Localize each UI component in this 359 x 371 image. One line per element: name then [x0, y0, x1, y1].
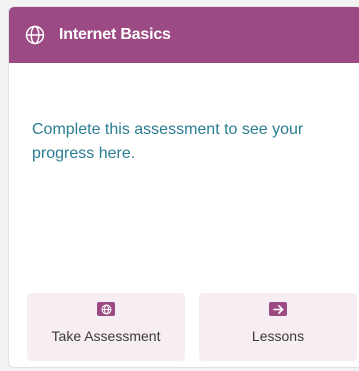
take-assessment-button[interactable]: Take Assessment — [27, 293, 185, 361]
globe-icon — [97, 302, 115, 316]
card-header: Internet Basics — [9, 7, 359, 63]
lessons-button[interactable]: Lessons — [199, 293, 357, 361]
internet-basics-card: Internet Basics Complete this assessment… — [8, 6, 359, 368]
take-assessment-label: Take Assessment — [51, 328, 161, 344]
arrow-right-icon — [269, 302, 287, 316]
card-title: Internet Basics — [59, 26, 171, 43]
assessment-prompt-text: Complete this assessment to see your pro… — [32, 121, 304, 162]
globe-icon — [24, 25, 45, 46]
lessons-label: Lessons — [251, 328, 305, 344]
